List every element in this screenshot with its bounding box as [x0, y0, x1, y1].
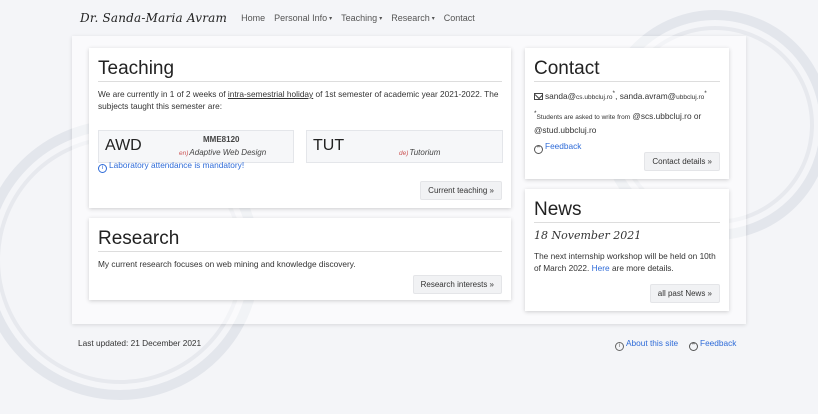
teaching-card: Teaching We are currently in 1 of 2 week…: [89, 48, 511, 208]
chevron-down-icon: ▾: [431, 15, 435, 22]
nav-personal-info[interactable]: Personal Info ▾: [274, 13, 332, 23]
teaching-intro: We are currently in 1 of 2 weeks of intr…: [98, 89, 499, 111]
student-email-note: *Students are asked to write from @scs.u…: [534, 109, 702, 135]
email-secondary[interactable]: sanda.avram@ubbcluj.ro: [620, 91, 705, 101]
course-code: AWD: [105, 137, 142, 154]
news-date: 18 November 2021: [534, 229, 642, 242]
about-site-link[interactable]: i About this site: [615, 338, 678, 351]
navbar: Dr. Sanda-Maria Avram Home Personal Info…: [0, 0, 818, 36]
teaching-title: Teaching: [98, 58, 502, 82]
chevron-down-icon: ▾: [379, 15, 383, 22]
news-title: News: [534, 199, 720, 223]
nav-research[interactable]: Research ▾: [391, 13, 435, 23]
attendance-notice[interactable]: i Laboratory attendance is mandatory!: [98, 159, 244, 173]
last-updated: Last updated: 21 December 2021: [78, 338, 202, 348]
chevron-down-icon: ▾: [329, 15, 333, 22]
news-details-link[interactable]: Here: [592, 263, 610, 273]
info-icon: i: [615, 342, 624, 351]
news-text: The next internship workshop will be hel…: [534, 251, 716, 273]
all-news-button[interactable]: all past News »: [649, 284, 720, 303]
nav-home[interactable]: Home: [241, 13, 265, 23]
email-primary[interactable]: sanda@cs.ubbcluj.ro: [545, 91, 613, 101]
course-id: MME8120: [203, 135, 240, 144]
contact-details-button[interactable]: Contact details »: [644, 152, 720, 171]
nav-teaching[interactable]: Teaching ▾: [341, 13, 382, 23]
current-teaching-button[interactable]: Current teaching »: [420, 181, 502, 200]
quote-icon: ❞: [534, 144, 543, 154]
news-card: News 18 November 2021 The next internshi…: [525, 189, 729, 311]
contact-emails: sanda@cs.ubbcluj.ro*, sanda.avram@ubbclu…: [534, 88, 720, 104]
research-title: Research: [98, 228, 502, 252]
quote-icon: ❞: [689, 342, 698, 351]
course-code: TUT: [313, 137, 345, 154]
course-name: en)Adaptive Web Design: [179, 148, 267, 157]
course-name: de)Tutorium: [399, 148, 441, 157]
research-text: My current research focuses on web minin…: [98, 259, 356, 269]
contact-title: Contact: [534, 58, 720, 82]
research-interests-button[interactable]: Research interests »: [412, 275, 502, 294]
contact-card: Contact sanda@cs.ubbcluj.ro*, sanda.avra…: [525, 48, 729, 179]
research-card: Research My current research focuses on …: [89, 218, 511, 300]
holiday-link[interactable]: intra-semestrial holiday: [228, 89, 313, 99]
course-card-tut[interactable]: TUT de)Tutorium: [306, 130, 503, 163]
nav-contact[interactable]: Contact: [444, 13, 475, 23]
mail-icon: [534, 92, 543, 100]
footer-feedback-link[interactable]: ❞ Feedback: [689, 338, 736, 351]
info-icon: i: [98, 164, 107, 173]
site-brand[interactable]: Dr. Sanda-Maria Avram: [80, 11, 227, 25]
